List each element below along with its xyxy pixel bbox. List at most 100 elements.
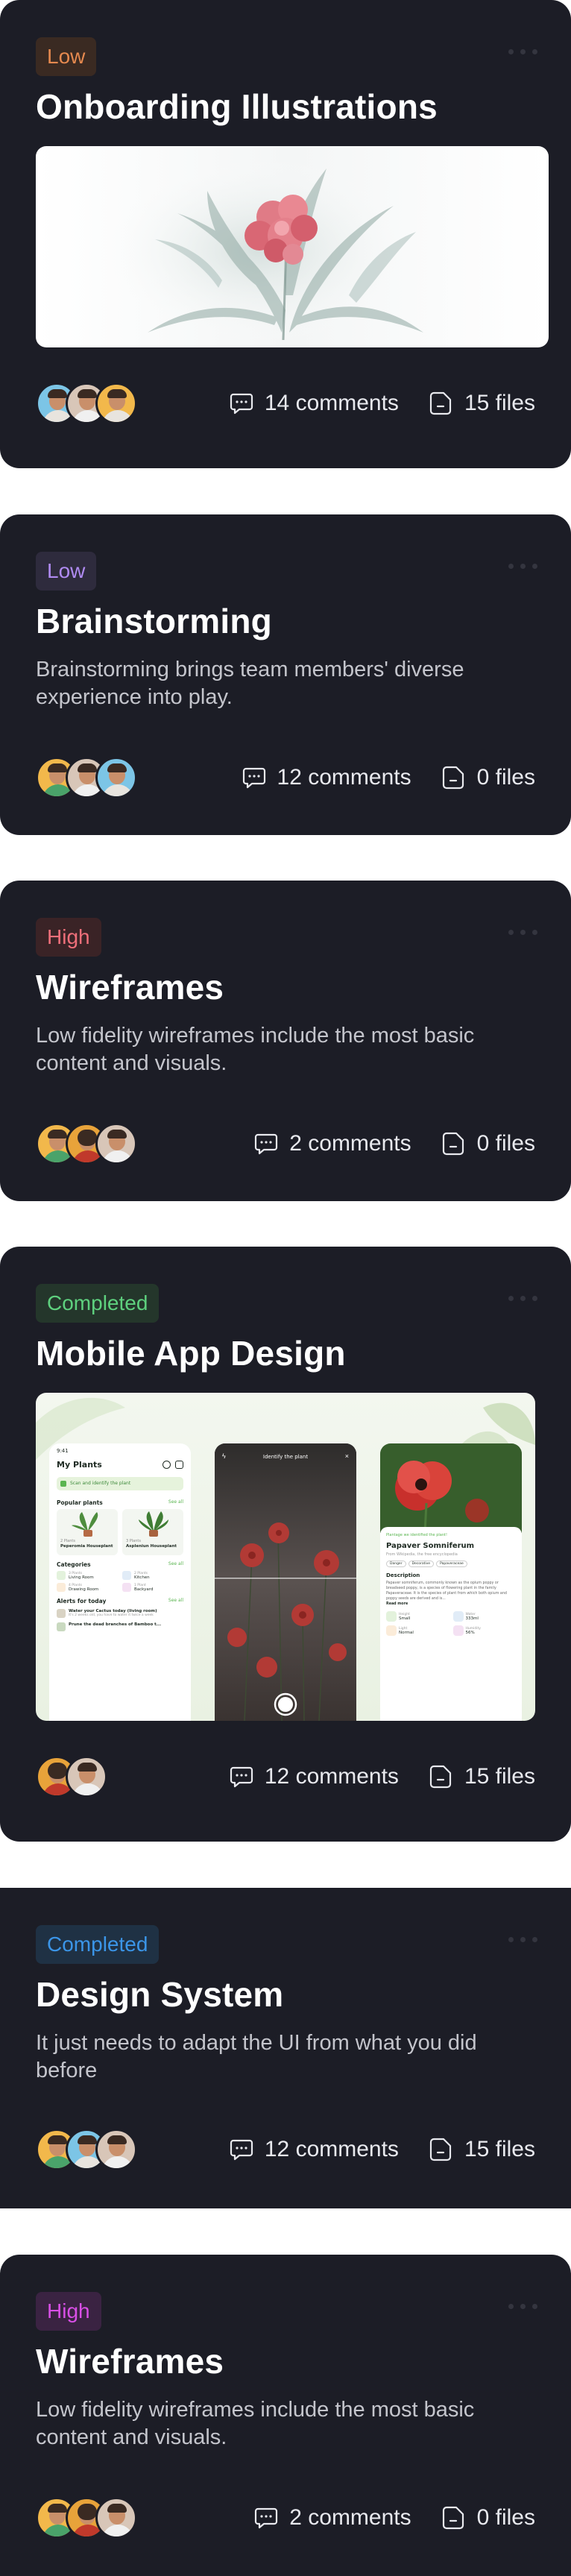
avatar[interactable] bbox=[66, 1756, 107, 1798]
stat-item: Water 333ml bbox=[452, 1611, 517, 1622]
stat-item: Height Small bbox=[386, 1611, 449, 1622]
card-description: It just needs to adapt the UI from what … bbox=[36, 2031, 477, 2082]
file-icon bbox=[429, 2138, 452, 2161]
phone-plant-detail: Plantage we identified the plant! Papave… bbox=[380, 1443, 522, 1721]
stat-item: Humidity 56% bbox=[452, 1625, 517, 1636]
category-item: 2 Plants Kitchen bbox=[122, 1571, 183, 1580]
phone-identify: Identify the plant ϟ × bbox=[215, 1443, 356, 1721]
task-card[interactable]: Completed Design System It just needs to… bbox=[0, 1888, 571, 2208]
comment-count[interactable]: 2 comments bbox=[289, 1131, 411, 1156]
file-count[interactable]: 0 files bbox=[477, 2505, 535, 2531]
comment-count[interactable]: 12 comments bbox=[277, 765, 411, 790]
tag-chip: Decorative bbox=[408, 1561, 435, 1567]
avatar[interactable] bbox=[95, 2129, 137, 2170]
comment-icon bbox=[242, 767, 265, 789]
assignee-avatars[interactable] bbox=[36, 1123, 137, 1165]
category-item: 1 Plant Backyard bbox=[122, 1583, 183, 1592]
more-options-icon[interactable] bbox=[508, 1937, 538, 1943]
comment-icon bbox=[230, 1766, 253, 1788]
avatar[interactable] bbox=[95, 2497, 137, 2539]
card-title: Wireframes bbox=[36, 968, 224, 1007]
more-options-icon[interactable] bbox=[508, 564, 538, 570]
task-card[interactable]: Low Brainstorming Brainstorming brings t… bbox=[0, 514, 571, 835]
card-title: Mobile App Design bbox=[36, 1334, 346, 1373]
file-count[interactable]: 0 files bbox=[477, 1131, 535, 1156]
flash-icon: ϟ bbox=[222, 1452, 226, 1460]
more-options-icon[interactable] bbox=[508, 2304, 538, 2310]
comment-count[interactable]: 2 comments bbox=[289, 2505, 411, 2531]
tag-chip: Danger bbox=[386, 1561, 406, 1567]
file-count[interactable]: 15 files bbox=[464, 391, 535, 416]
assignee-avatars[interactable] bbox=[36, 757, 137, 799]
task-card[interactable]: Low Onboarding Illustrations 14 comments… bbox=[0, 0, 571, 468]
task-card[interactable]: High Wireframes Low fidelity wireframes … bbox=[0, 2255, 571, 2576]
file-icon bbox=[442, 766, 464, 790]
assignee-avatars[interactable] bbox=[36, 2129, 137, 2170]
comment-count[interactable]: 12 comments bbox=[265, 2137, 399, 2162]
card-title: Onboarding Illustrations bbox=[36, 87, 438, 126]
comment-icon bbox=[255, 2507, 278, 2529]
card-footer: 12 comments 15 files bbox=[36, 1754, 535, 1800]
comment-count[interactable]: 14 comments bbox=[265, 391, 399, 416]
light-icon bbox=[386, 1625, 397, 1636]
task-card[interactable]: High Wireframes Low fidelity wireframes … bbox=[0, 881, 571, 1201]
task-card[interactable]: Completed Mobile App Design 9:41 My Plan… bbox=[0, 1247, 571, 1842]
humidity-icon bbox=[452, 1625, 464, 1636]
plant-icon bbox=[139, 1511, 168, 1537]
scan-icon bbox=[60, 1481, 66, 1487]
comment-count[interactable]: 12 comments bbox=[265, 1764, 399, 1789]
assignee-avatars[interactable] bbox=[36, 1756, 107, 1798]
comment-icon bbox=[255, 1133, 278, 1155]
avatar[interactable] bbox=[95, 757, 137, 799]
see-all-link: See all bbox=[168, 1598, 183, 1603]
avatar[interactable] bbox=[95, 1123, 137, 1165]
plant-thumb-icon bbox=[57, 1622, 66, 1631]
category-item: 4 Plants Drawing Room bbox=[57, 1583, 118, 1592]
identified-label: Plantage we identified the plant! bbox=[386, 1533, 447, 1537]
scan-banner: Scan and identify the plant bbox=[70, 1481, 131, 1486]
alert-item: Prune the dead branches of Bamboo t... bbox=[49, 1619, 191, 1634]
file-count[interactable]: 15 files bbox=[464, 1764, 535, 1789]
card-description: Brainstorming brings team members' diver… bbox=[36, 658, 464, 709]
card-description: Low fidelity wireframes include the most… bbox=[36, 2398, 475, 2449]
comment-icon bbox=[230, 2139, 253, 2161]
screen-title: Identify the plant bbox=[262, 1454, 309, 1460]
card-title: Wireframes bbox=[36, 2342, 224, 2381]
close-icon: × bbox=[344, 1452, 349, 1460]
more-options-icon[interactable] bbox=[508, 1296, 538, 1302]
card-footer: 2 comments 0 files bbox=[36, 2495, 535, 2541]
comment-icon bbox=[230, 393, 253, 415]
more-options-icon[interactable] bbox=[508, 49, 538, 55]
priority-tag: Completed bbox=[36, 1284, 160, 1323]
plant-count: 2 Plants bbox=[60, 1539, 75, 1543]
assignee-avatars[interactable] bbox=[36, 382, 137, 424]
flower-illustration bbox=[36, 146, 549, 347]
priority-tag: High bbox=[36, 2292, 101, 2331]
alert-item: Water your Cactus today (living room) It'… bbox=[49, 1607, 191, 1619]
priority-tag: Completed bbox=[36, 1925, 160, 1964]
category-item: 3 Plants Living Room bbox=[57, 1571, 118, 1580]
assignee-avatars[interactable] bbox=[36, 2497, 137, 2539]
plant-name: Papaver Somniferum bbox=[386, 1542, 475, 1550]
screen-title: My Plants bbox=[57, 1460, 102, 1470]
card-footer: 12 comments 0 files bbox=[36, 755, 535, 801]
file-count[interactable]: 15 files bbox=[464, 2137, 535, 2162]
stat-item: Light Normal bbox=[386, 1625, 449, 1636]
description-label: Description bbox=[386, 1572, 420, 1578]
avatar[interactable] bbox=[95, 382, 137, 424]
card-footer: 14 comments 15 files bbox=[36, 380, 535, 426]
plant-card: 2 Plants Peperomia Houseplant bbox=[57, 1509, 118, 1555]
card-footer: 12 comments 15 files bbox=[36, 2126, 535, 2173]
priority-tag: Low bbox=[36, 552, 97, 591]
section-title: Alerts for today bbox=[57, 1598, 107, 1605]
file-count[interactable]: 0 files bbox=[477, 765, 535, 790]
priority-tag: Low bbox=[36, 37, 97, 76]
task-board: Low Onboarding Illustrations 14 comments… bbox=[0, 0, 571, 2576]
file-icon bbox=[429, 1765, 452, 1789]
tag-chip: Papaveraceae bbox=[436, 1561, 467, 1567]
source-label: From Wikipedia, the free encyclopedia bbox=[386, 1552, 458, 1557]
more-options-icon[interactable] bbox=[508, 930, 538, 936]
description-text: Papaver somniferum, commonly known as th… bbox=[386, 1581, 507, 1601]
card-description: Low fidelity wireframes include the most… bbox=[36, 1024, 475, 1075]
poppy-closeup-photo bbox=[380, 1443, 522, 1533]
